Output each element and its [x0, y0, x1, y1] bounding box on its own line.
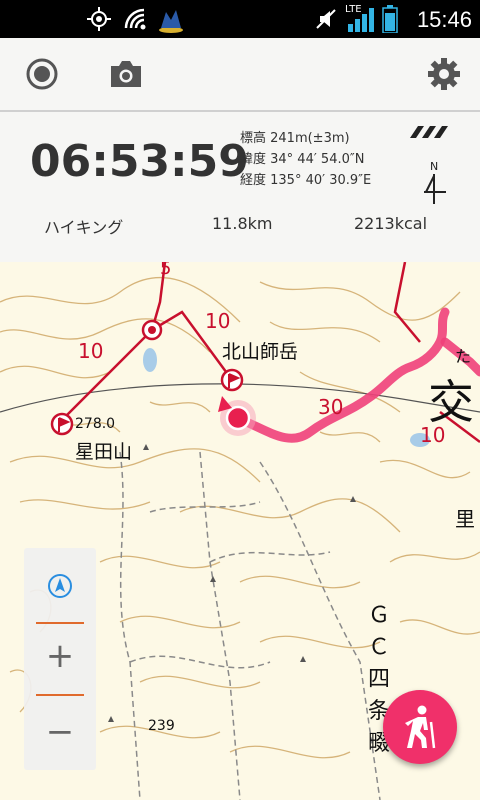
contour-label: 10 [78, 339, 103, 363]
distance-value: 11.8km [212, 214, 273, 233]
status-clock: 15:46 [416, 7, 472, 32]
hiking-icon [405, 705, 436, 749]
status-bar: LTE 15:46 [0, 0, 480, 38]
waypoint-marker[interactable] [141, 319, 163, 341]
tracking-info-panel: 06:53:59 標高 241m(±3m) 緯度 34° 44′ 54.0″N … [0, 112, 480, 262]
wifi-icon [124, 8, 146, 30]
gps-icon [87, 7, 111, 31]
peak-name-label: 北山師岳 [222, 341, 298, 363]
peak-name-label: 星田山 [75, 441, 132, 463]
gps-signal-icon [410, 126, 448, 138]
battery-icon [382, 5, 398, 33]
calories-value: 2213kcal [354, 214, 428, 233]
compass-needle-icon [424, 174, 446, 204]
camera-icon[interactable] [106, 54, 146, 94]
vertical-label-char: 四 [368, 667, 390, 692]
map-zoom-controls: + − [24, 548, 96, 770]
record-icon[interactable] [22, 54, 62, 94]
summit-flag-marker[interactable] [50, 412, 74, 436]
contour-label: 5 [160, 262, 171, 279]
contour-label: 10 [205, 309, 230, 333]
latitude-value: 緯度 34° 44′ 54.0″N [240, 152, 365, 167]
vertical-label-char: Ｇ [368, 603, 390, 628]
compass: N [420, 160, 450, 206]
summit-flag-marker[interactable] [220, 368, 244, 392]
elapsed-time: 06:53:59 [30, 136, 249, 187]
zoom-separator [36, 694, 84, 696]
place-name-label: た [455, 347, 471, 366]
settings-icon[interactable] [424, 54, 464, 94]
place-name-label: 交 [428, 375, 474, 429]
activity-mode-button[interactable] [383, 690, 457, 764]
zoom-in-button[interactable]: + [24, 636, 96, 676]
signal-icon [348, 8, 374, 32]
elevation-label: 239 [148, 718, 175, 734]
mute-icon [316, 9, 336, 29]
position-readout: 標高 241m(±3m) 緯度 34° 44′ 54.0″N 経度 135° 4… [240, 128, 371, 191]
vertical-label-char: Ｃ [368, 635, 390, 660]
longitude-value: 経度 135° 40′ 30.9″E [240, 173, 372, 188]
contour-label: 30 [318, 395, 343, 419]
elevation-label: 278.0 [75, 416, 115, 432]
app-notification-icon [159, 10, 183, 33]
place-name-label: 里 [455, 507, 475, 531]
zoom-separator [36, 622, 84, 624]
my-location-icon[interactable] [46, 572, 74, 600]
altitude-value: 標高 241m(±3m) [240, 131, 350, 146]
activity-stats: ハイキング 11.8km 2213kcal [0, 214, 480, 242]
pond [143, 348, 157, 372]
activity-type[interactable]: ハイキング [44, 214, 123, 238]
compass-north-label: N [430, 160, 439, 173]
toolbar [0, 38, 480, 110]
zoom-out-button[interactable]: − [24, 712, 96, 752]
